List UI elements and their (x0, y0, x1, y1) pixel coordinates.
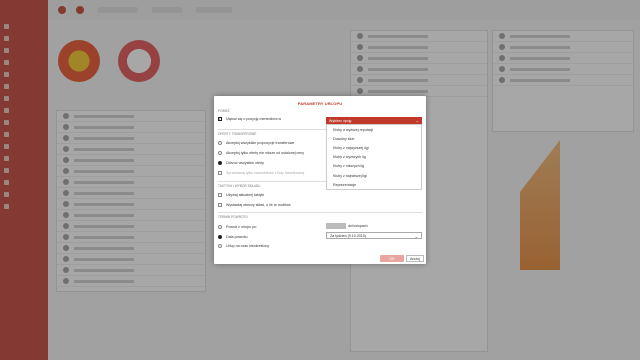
return-option-label: Data powrotu: (226, 235, 249, 239)
return-option-label: Powrót z urlopu po: (226, 225, 257, 229)
radio-icon[interactable] (218, 141, 222, 145)
section-general-label: POBIEŻ (218, 109, 230, 113)
offer-radio-accept-all[interactable]: Akceptuj wszystkie propozycje transferow… (218, 141, 294, 145)
dropdown-option[interactable]: Kluby z wyższych lig (327, 153, 421, 162)
return-radio-indefinite[interactable]: Urlop na czas nieokreślony (218, 244, 269, 248)
return-date-value: Za tydzień (9.10.2015) (330, 233, 366, 238)
chevron-down-icon: ⌄ (415, 118, 419, 123)
return-radio-after[interactable]: Powrót z urlopu po: (218, 225, 257, 229)
tactic-checkbox-lineup[interactable]: Wystawiaj obecny skład, o ile to możliwe (218, 203, 291, 207)
duration-input[interactable] (326, 223, 346, 229)
dialog-title: PARAMETRY URLOPU (297, 101, 343, 106)
dropdown-menu: Kluby o wyższej reputacji Dowolny klub K… (326, 124, 422, 191)
dropdown-option[interactable]: Kluby z niższych lig (327, 162, 421, 171)
chevron-down-icon: ⌄ (414, 234, 418, 239)
radio-icon[interactable] (218, 225, 222, 229)
dropdown-option[interactable]: Reprezentacje (327, 180, 421, 189)
return-option-label: Urlop na czas nieokreślony (226, 244, 270, 248)
radio-icon[interactable] (218, 161, 222, 165)
offer-option-label: Akceptuj tylko oferty nie niższe od usta… (226, 151, 305, 155)
cancel-button[interactable]: Anuluj (406, 255, 424, 262)
tactic-checkbox-current[interactable]: Używaj aktualnej taktyki (218, 193, 264, 197)
tactic-option-label: Wystawiaj obecny skład, o ile to możliwe (226, 203, 291, 207)
dropdown-option[interactable]: Kluby o wyższej reputacji (327, 125, 421, 134)
dropdown-option[interactable]: Kluby z najniższej ligi (327, 171, 421, 180)
radio-icon[interactable] (218, 235, 222, 239)
radio-icon[interactable] (218, 244, 222, 248)
assistant-checkbox-row[interactable]: ✓ Uiększ się o pozycję menedżera w (218, 117, 281, 121)
offer-option-label: Sprzedawaj tylko zawodników z listy tran… (226, 171, 305, 175)
offer-option-label: Akceptuj wszystkie propozycje transferow… (226, 141, 295, 145)
section-return-label: TERMIN POWROTU (218, 215, 248, 219)
assistant-option-label: Uiększ się o pozycję menedżera w (226, 117, 282, 121)
checkbox-icon[interactable] (218, 171, 222, 175)
tactic-option-label: Używaj aktualnej taktyki (226, 193, 265, 197)
checkbox-icon[interactable] (218, 203, 222, 207)
offer-radio-min-price[interactable]: Akceptuj tylko oferty nie niższe od usta… (218, 151, 304, 155)
offer-checkbox-listed-only[interactable]: Sprzedawaj tylko zawodników z listy tran… (218, 171, 304, 175)
checkmark-icon[interactable]: ✓ (218, 117, 222, 121)
section-offers-label: OFERTY TRANSFEROWE (218, 132, 257, 136)
dropdown-option[interactable]: Kluby z najwyższej ligi (327, 143, 421, 152)
ok-button[interactable]: OK (380, 255, 404, 262)
checkbox-icon[interactable] (218, 193, 222, 197)
dropdown-selected-value: Wybierz opcję (329, 118, 352, 123)
return-date-select[interactable]: Za tydzień (9.10.2015) ⌄ (326, 232, 422, 239)
offer-option-label: Odrzuć wszystkie oferty (226, 161, 264, 165)
dropdown-option[interactable]: Dowolny klub (327, 134, 421, 143)
offer-radio-reject-all[interactable]: Odrzuć wszystkie oferty (218, 161, 264, 165)
radio-icon[interactable] (218, 151, 222, 155)
divider (218, 212, 422, 213)
section-tactics-label: TAKTYKA I WYBÓR SKŁADU (218, 184, 261, 188)
return-radio-date[interactable]: Data powrotu: (218, 235, 248, 239)
duration-unit-label: dni/urlopach (348, 224, 368, 228)
club-type-dropdown[interactable]: Wybierz opcję ⌄ (326, 117, 422, 124)
